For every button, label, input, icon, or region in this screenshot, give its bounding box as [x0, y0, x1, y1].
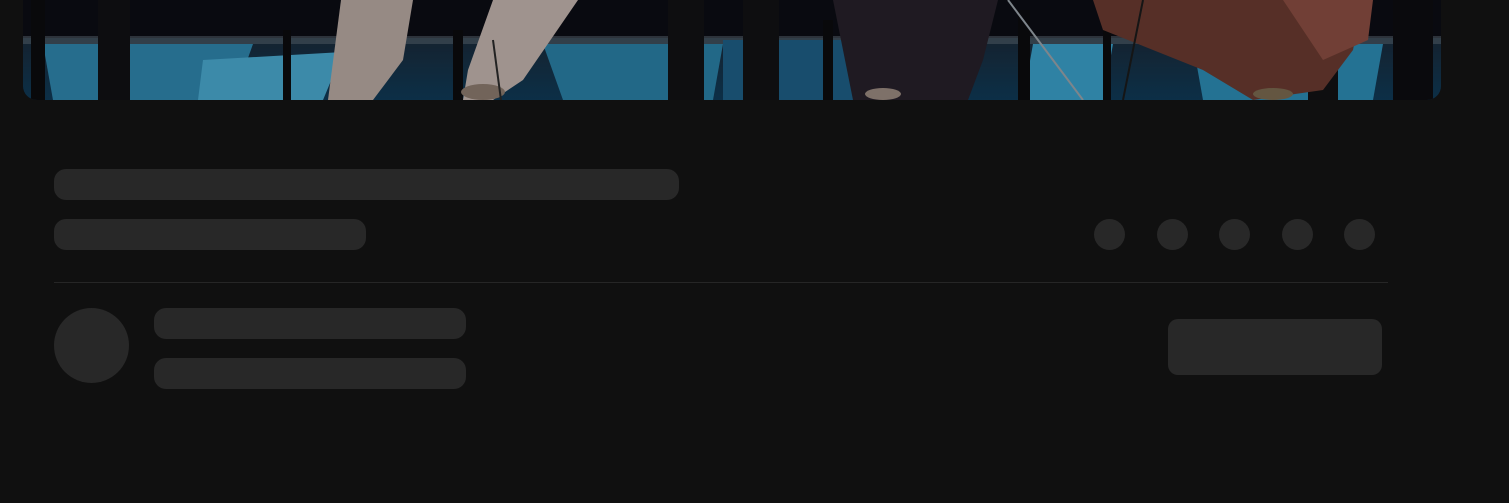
- video-title-placeholder: [54, 169, 679, 200]
- channel-name-placeholder: [154, 308, 466, 339]
- video-frame: [23, 0, 1441, 100]
- action-button-placeholder-2[interactable]: [1157, 219, 1188, 250]
- action-button-placeholder-3[interactable]: [1219, 219, 1250, 250]
- channel-avatar-placeholder[interactable]: [54, 308, 129, 383]
- action-button-placeholder-4[interactable]: [1282, 219, 1313, 250]
- action-button-placeholder-1[interactable]: [1094, 219, 1125, 250]
- action-button-placeholder-5[interactable]: [1344, 219, 1375, 250]
- section-divider: [54, 282, 1388, 283]
- video-player[interactable]: [23, 0, 1441, 100]
- channel-subscribers-placeholder: [154, 358, 466, 389]
- video-page: [0, 0, 1509, 503]
- video-meta-placeholder: [54, 219, 366, 250]
- subscribe-button-placeholder[interactable]: [1168, 319, 1382, 375]
